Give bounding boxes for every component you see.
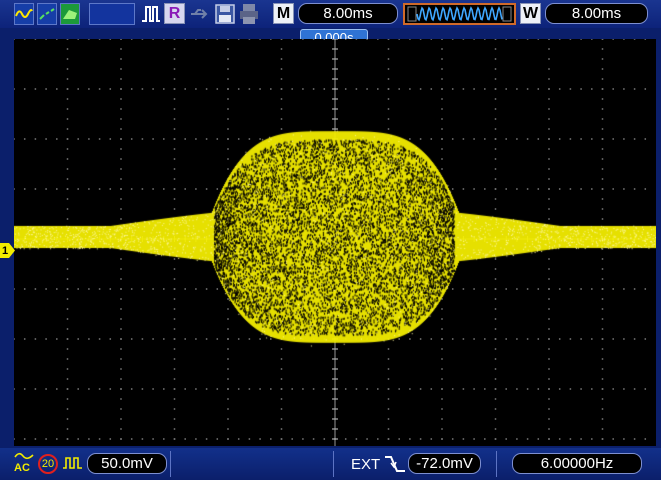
frequency-counter: 6.00000Hz: [512, 453, 642, 474]
main-timebase-value[interactable]: 8.00ms: [298, 3, 398, 24]
divider: [170, 451, 171, 477]
status-bar: AC 20 50.0mV EXT -72.0mV 6.00000Hz: [0, 448, 661, 480]
window-timebase-label: W: [520, 3, 541, 24]
divider: [496, 451, 497, 477]
invert-square-wave-icon: [62, 456, 84, 475]
usb-icon: [190, 3, 212, 25]
ch1-level-marker[interactable]: 1: [0, 243, 15, 258]
ref-label[interactable]: R: [164, 3, 185, 24]
scatter-icon[interactable]: [37, 3, 57, 25]
status-slot: [89, 3, 135, 25]
ch1-waveform-trace: [14, 39, 656, 446]
top-toolbar: R M 8.00ms W 8.00ms: [0, 0, 661, 28]
trigger-source-label: EXT: [351, 456, 381, 473]
bandwidth-limit-badge: 20: [38, 454, 58, 474]
pulse-icon[interactable]: [141, 3, 161, 25]
divider: [333, 451, 334, 477]
trigger-level-value[interactable]: -72.0mV: [408, 453, 481, 474]
floppy-disk-icon[interactable]: [215, 3, 235, 25]
window-timebase-value[interactable]: 8.00ms: [545, 3, 648, 24]
persist-icon[interactable]: [60, 3, 80, 25]
coupling-label: AC: [14, 462, 30, 474]
ac-coupling-icon: AC: [14, 452, 34, 476]
printer-icon[interactable]: [239, 3, 259, 25]
waveform-display: [14, 39, 656, 446]
falling-edge-icon: [384, 454, 406, 479]
sine-wave-icon[interactable]: [14, 3, 34, 25]
ch1-volts-per-div[interactable]: 50.0mV: [87, 453, 167, 474]
main-timebase-label: M: [273, 3, 294, 24]
window-zoom-waveform-icon[interactable]: [403, 3, 516, 25]
